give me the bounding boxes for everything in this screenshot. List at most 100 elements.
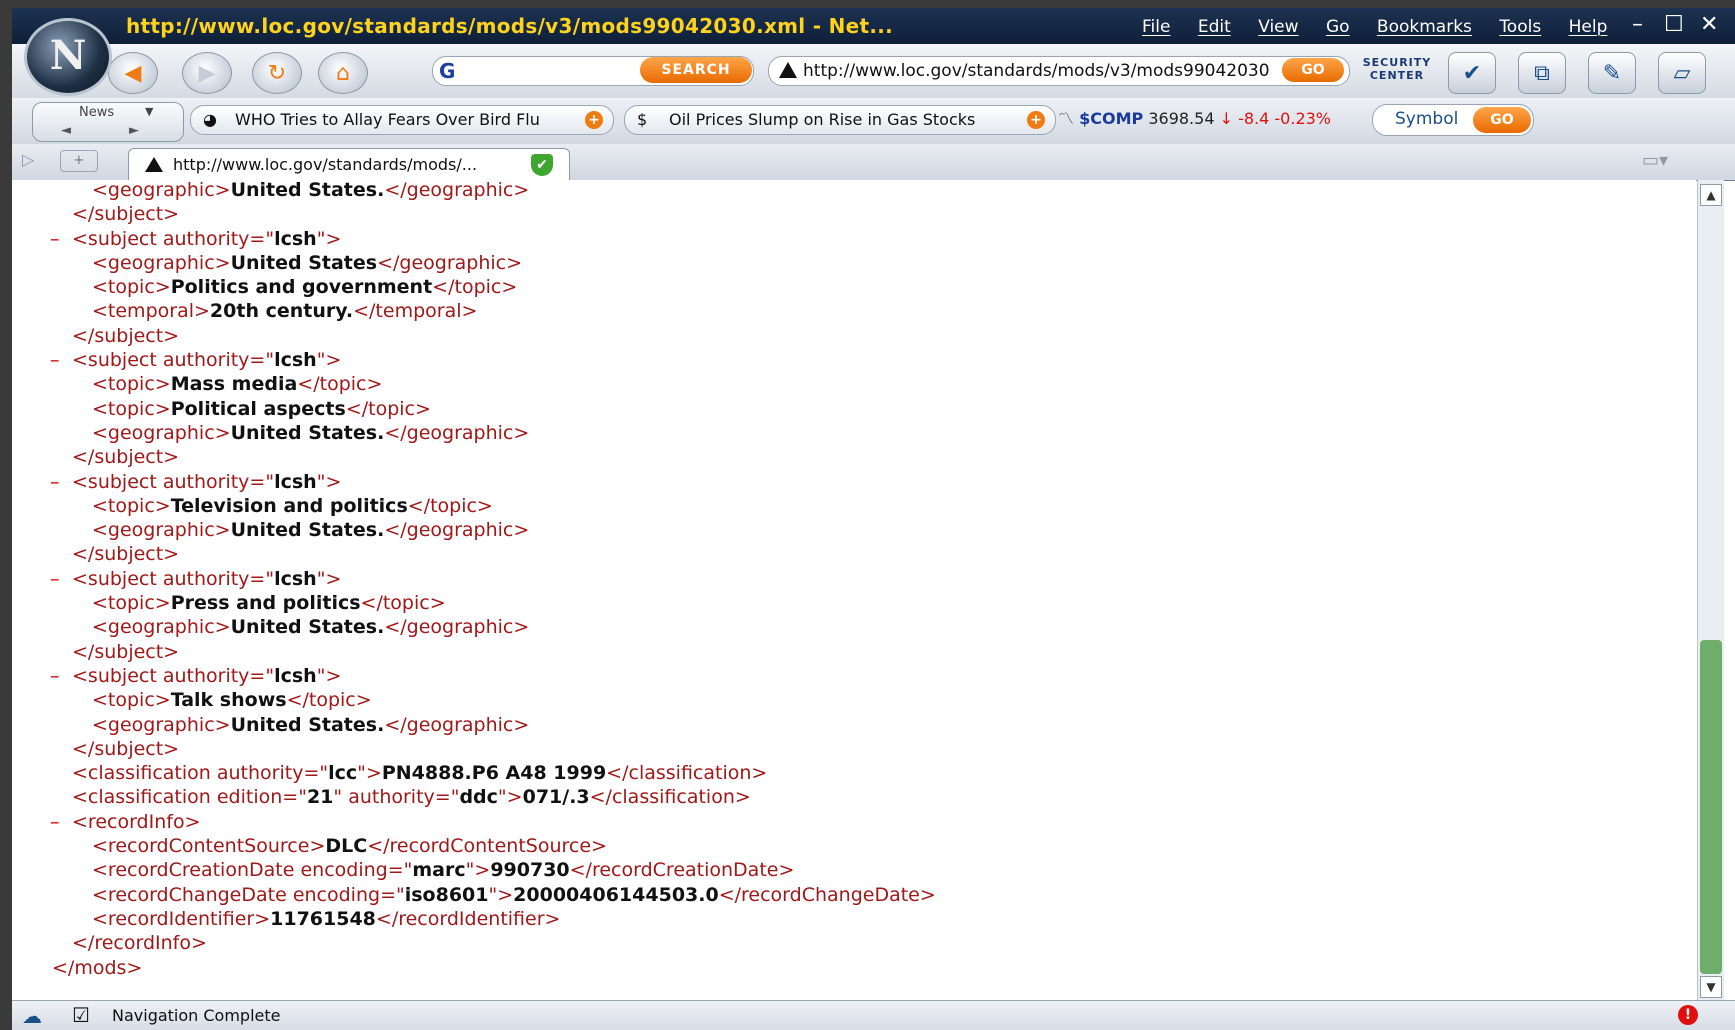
xml-open-tag: <temporal> xyxy=(92,300,210,322)
collapse-toggle[interactable]: – xyxy=(50,810,60,834)
xml-tag-name: <recordContentSource xyxy=(92,835,310,858)
scroll-down-icon[interactable]: ▼ xyxy=(1700,976,1722,998)
tab-label: http://www.loc.gov/standards/mods/... xyxy=(173,155,478,174)
shield-check-icon: ✔ xyxy=(531,154,553,176)
xml-tag-bracket: > xyxy=(214,251,231,274)
xml-tag-name: <topic xyxy=(92,592,155,615)
xml-tag-name: <recordIdentifier xyxy=(92,907,255,930)
xml-attr-quote: " xyxy=(488,883,498,906)
collapse-toggle[interactable]: – xyxy=(50,567,60,591)
news-item[interactable]: ◕ WHO Tries to Allay Fears Over Bird Flu… xyxy=(190,105,614,135)
collapse-toggle[interactable]: – xyxy=(50,227,60,251)
xml-text-value: PN4888.P6 A48 1999 xyxy=(381,762,607,785)
tab-current[interactable]: http://www.loc.gov/standards/mods/... ✔ xyxy=(128,148,570,181)
xml-line: <recordChangeDate encoding="iso8601">200… xyxy=(52,883,936,907)
xml-tag-name: <subject xyxy=(72,664,157,687)
new-tab-button[interactable]: + xyxy=(60,150,98,172)
xml-attr-name: authority=" xyxy=(156,349,275,372)
tab-list-icon[interactable]: ▭▾ xyxy=(1642,150,1668,171)
xml-tag-bracket: > xyxy=(214,421,231,444)
collapse-toggle[interactable]: – xyxy=(50,664,60,688)
site-icon xyxy=(145,157,163,172)
menu-edit[interactable]: Edit xyxy=(1198,17,1231,37)
clear-data-button[interactable]: ▱ xyxy=(1658,52,1706,94)
xml-close-tag: </geographic> xyxy=(384,519,530,542)
menu-view[interactable]: View xyxy=(1258,17,1298,37)
xml-line: <geographic>United States.</geographic> xyxy=(52,713,936,737)
collapse-toggle[interactable]: – xyxy=(50,348,60,372)
xml-close-tag: </topic> xyxy=(286,689,372,712)
xml-attr-value: ddc xyxy=(459,786,498,809)
pen-icon: ✎ xyxy=(1602,60,1622,86)
url-field[interactable]: http://www.loc.gov/standards/mods/v3/mod… xyxy=(768,56,1350,86)
status-text: Navigation Complete xyxy=(112,1006,281,1025)
search-button[interactable]: SEARCH xyxy=(640,57,752,83)
plus-icon[interactable]: + xyxy=(585,111,603,129)
popup-blocker-button[interactable]: ⧉ xyxy=(1518,52,1566,94)
xml-text-value: United States. xyxy=(230,616,385,639)
xml-close-tag: </topic> xyxy=(345,397,431,420)
xml-close-tag: </recordIdentifier> xyxy=(375,907,561,930)
windows-icon: ⧉ xyxy=(1534,60,1550,86)
xml-close-tag: </subject> xyxy=(72,737,180,760)
xml-tag-name: <geographic xyxy=(92,421,215,444)
xml-tag-name: <subject xyxy=(72,349,157,372)
go-button[interactable]: GO xyxy=(1282,58,1344,82)
xml-tag-bracket: > xyxy=(254,907,271,930)
xml-tag-name: <classification xyxy=(72,762,211,785)
reload-button[interactable]: ↻ xyxy=(252,52,302,94)
news-item[interactable]: $ Oil Prices Slump on Rise in Gas Stocks… xyxy=(624,105,1056,135)
xml-text-value: United States. xyxy=(230,180,385,201)
xml-open-tag: <recordIdentifier> xyxy=(92,908,270,930)
maximize-icon[interactable]: ☐ xyxy=(1664,12,1684,37)
security-shield-button[interactable]: ✔ xyxy=(1448,52,1496,94)
xml-text-value: 990730 xyxy=(490,859,570,882)
symbol-go-button[interactable]: GO xyxy=(1473,107,1531,133)
menu-go[interactable]: Go xyxy=(1326,17,1350,37)
xml-tag-name: <temporal xyxy=(92,300,194,323)
scroll-up-icon[interactable]: ▲ xyxy=(1700,184,1722,206)
xml-attr-name: authority=" xyxy=(342,786,460,809)
xml-attr-name: authority=" xyxy=(156,664,275,687)
xml-open-tag: <subject authority="lcsh"> xyxy=(72,228,341,250)
menu-help[interactable]: Help xyxy=(1569,17,1608,37)
menu-bar: File Edit View Go Bookmarks Tools Help xyxy=(1142,17,1629,37)
news-selector[interactable]: News ▼ ◄ ► xyxy=(32,102,184,142)
xml-open-tag: <geographic> xyxy=(92,519,231,541)
collapse-toggle[interactable]: – xyxy=(50,470,60,494)
xml-close-tag: </geographic> xyxy=(384,421,530,444)
home-button[interactable]: ⌂ xyxy=(318,52,368,94)
menu-bookmarks[interactable]: Bookmarks xyxy=(1377,17,1472,37)
minimize-icon[interactable]: – xyxy=(1632,12,1643,37)
close-icon[interactable]: ✕ xyxy=(1700,12,1718,37)
xml-tag-name: <geographic xyxy=(92,251,215,274)
symbol-input[interactable]: Symbol GO xyxy=(1372,104,1534,136)
xml-tag-bracket: > xyxy=(154,592,171,615)
menu-file[interactable]: File xyxy=(1142,17,1170,37)
scrollbar-thumb[interactable] xyxy=(1700,640,1722,974)
xml-tag-bracket: > xyxy=(325,470,342,493)
xml-text-value: Television and politics xyxy=(170,494,408,517)
form-fill-button[interactable]: ✎ xyxy=(1588,52,1636,94)
xml-text-value: 20th century. xyxy=(209,300,354,323)
plus-icon[interactable]: + xyxy=(1027,111,1045,129)
netscape-logo: N xyxy=(24,18,112,96)
xml-text-value: 20000406144503.0 xyxy=(513,883,719,906)
dollar-icon: $ xyxy=(637,110,648,129)
connection-icon[interactable]: ☁ xyxy=(22,1004,42,1028)
xml-attr-value: 21 xyxy=(306,786,334,809)
stock-ticker[interactable]: 〽 $COMP 3698.54 ↓ -8.4 -0.23% xyxy=(1058,105,1331,133)
back-button[interactable]: ◀ xyxy=(108,52,158,94)
forward-button[interactable]: ▶ xyxy=(182,52,232,94)
checkmark-icon: ☑ xyxy=(72,1003,90,1027)
xml-open-tag: <subject authority="lcsh"> xyxy=(72,665,341,687)
menu-tools[interactable]: Tools xyxy=(1499,17,1541,37)
vertical-scrollbar[interactable]: ▲ ▼ xyxy=(1697,180,1724,1000)
error-icon[interactable]: ! xyxy=(1678,1005,1698,1025)
sidebar-toggle-icon[interactable]: ▷ xyxy=(22,150,34,169)
news-next-icon[interactable]: ► xyxy=(129,123,139,138)
xml-attr-name: encoding=" xyxy=(286,883,405,906)
xml-close-tag: </classification> xyxy=(589,786,751,809)
news-prev-icon[interactable]: ◄ xyxy=(61,123,71,138)
xml-attr-name: authority=" xyxy=(210,762,329,785)
